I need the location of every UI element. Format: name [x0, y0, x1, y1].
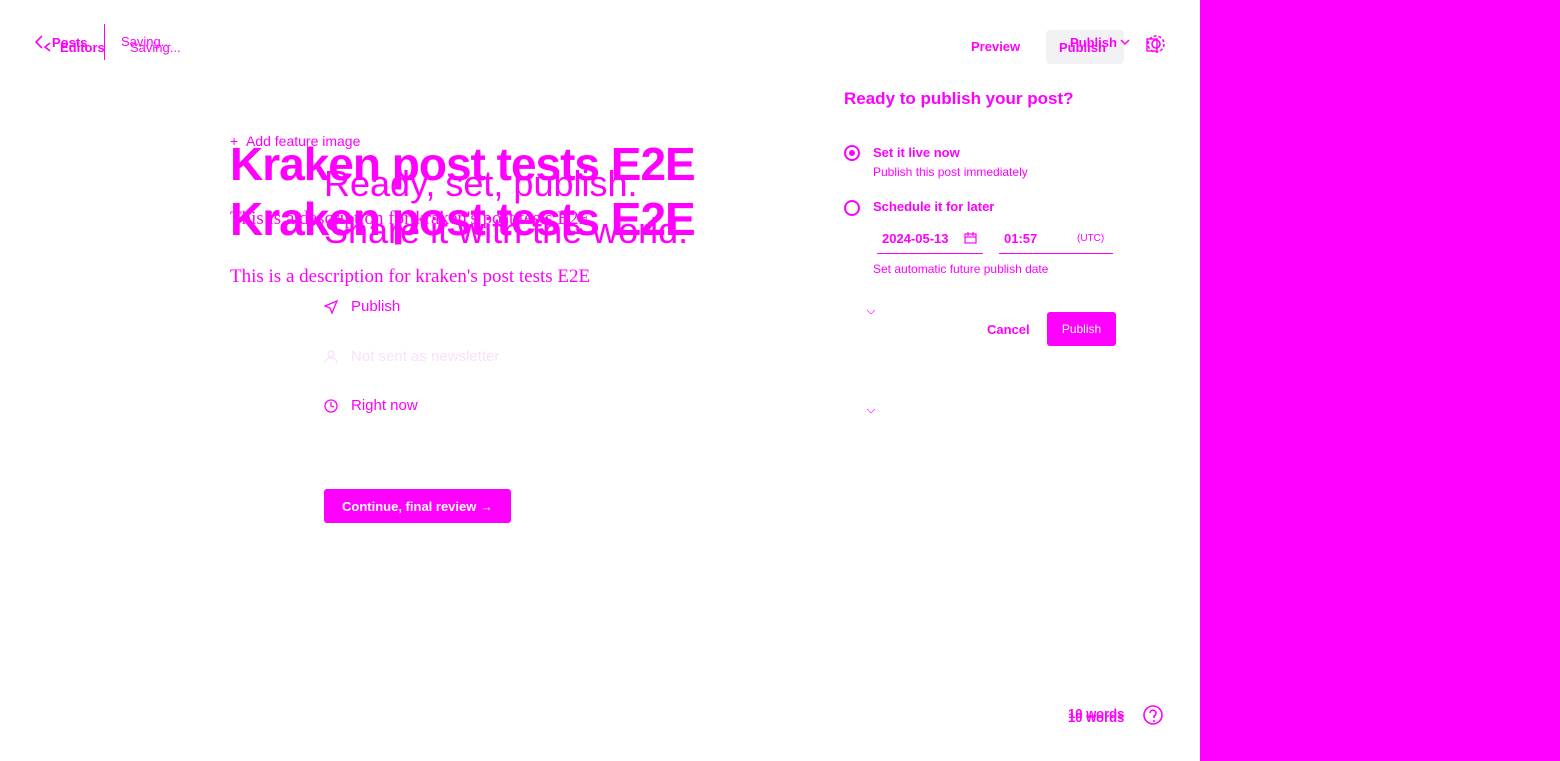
newsletter-option-label: Not sent as newsletter [351, 348, 500, 365]
schedule-later-radio[interactable] [844, 200, 860, 216]
post-excerpt[interactable]: This is a description for kraken's post … [230, 266, 590, 288]
gear-icon[interactable] [1145, 33, 1167, 55]
date-input-underline [877, 253, 983, 254]
send-icon [323, 299, 339, 315]
schedule-later-title[interactable]: Schedule it for later [873, 199, 994, 214]
set-live-now-desc: Publish this post immediately [873, 165, 1028, 179]
set-live-now-radio[interactable] [844, 145, 860, 161]
confirm-publish-button[interactable]: Publish [1047, 312, 1116, 346]
chevron-left-icon-ghost [43, 42, 51, 52]
clock-icon [324, 399, 338, 413]
continue-final-review-button[interactable]: Continue, final review → [324, 489, 511, 523]
publish-option-label: Publish [351, 298, 401, 315]
chevron-left-icon [34, 35, 43, 49]
publish-headline-line1: Ready, set, publish. [324, 163, 638, 204]
back-to-editors-link[interactable]: Editors [60, 40, 105, 55]
time-option-label: Right now [351, 397, 418, 414]
schedule-panel-title: Ready to publish your post? [844, 89, 1074, 108]
schedule-later-desc: Set automatic future publish date [873, 262, 1049, 276]
schedule-date-input[interactable]: 2024-05-13 [882, 231, 949, 246]
timezone-label: (UTC) [1077, 233, 1105, 244]
help-icon[interactable] [1142, 704, 1164, 726]
set-live-now-title[interactable]: Set it live now [873, 145, 960, 160]
user-icon [324, 350, 338, 364]
cancel-button[interactable]: Cancel [987, 322, 1030, 337]
schedule-time-input[interactable]: 01:57 [1004, 231, 1037, 246]
publish-button[interactable]: Publish [1059, 40, 1106, 55]
chevron-down-icon [866, 408, 876, 414]
word-count-ghost: 10 words [1068, 710, 1125, 725]
time-input-underline [999, 253, 1113, 254]
chevron-down-icon [1120, 39, 1130, 46]
right-panel-band [1200, 0, 1560, 761]
save-status-ghost: Saving... [130, 40, 181, 55]
preview-button[interactable]: Preview [971, 39, 1020, 54]
publish-headline-line2: Share it with the world. [324, 210, 689, 251]
topbar-divider [104, 24, 105, 60]
chevron-down-icon [866, 309, 876, 315]
calendar-icon[interactable] [964, 231, 977, 244]
